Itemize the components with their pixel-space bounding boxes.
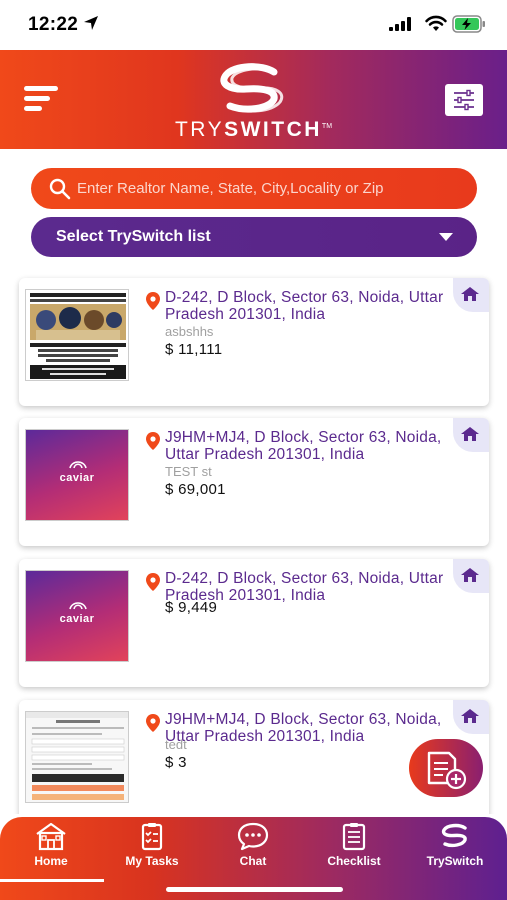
wifi-icon bbox=[425, 15, 447, 31]
tryswitch-logo-icon bbox=[220, 63, 284, 113]
listing-subtitle: asbshhs bbox=[165, 324, 214, 339]
listing-price: $ 9,449 bbox=[165, 599, 218, 616]
listing-address: J9HM+MJ4, D Block, Sector 63, Noida, Utt… bbox=[165, 429, 442, 463]
listing-thumbnail bbox=[25, 289, 129, 381]
nav-my-tasks[interactable]: My Tasks bbox=[107, 821, 197, 871]
search-bar[interactable] bbox=[31, 168, 477, 209]
status-bar: 12:22 bbox=[0, 0, 507, 50]
nav-home[interactable]: Home bbox=[6, 821, 96, 871]
nav-label: My Tasks bbox=[125, 854, 179, 868]
nav-label: Chat bbox=[239, 854, 267, 868]
status-time: 12:22 bbox=[28, 14, 79, 35]
sliders-icon bbox=[454, 89, 474, 111]
home-icon bbox=[36, 822, 66, 851]
caviar-image: caviar bbox=[26, 571, 128, 661]
listing-thumbnail: caviar bbox=[25, 429, 129, 521]
trademark-text: TM bbox=[321, 123, 333, 130]
caviar-image: caviar bbox=[26, 430, 128, 520]
location-pin-icon bbox=[146, 573, 160, 591]
search-input[interactable] bbox=[77, 168, 467, 209]
listing-price: $ 69,001 bbox=[165, 481, 226, 498]
menu-line-icon bbox=[24, 106, 42, 111]
checklist-icon bbox=[342, 823, 366, 851]
caviar-logo-icon bbox=[69, 461, 87, 469]
app-header: TRYSWITCHTM bbox=[0, 50, 507, 149]
listing-price: $ 11,111 bbox=[165, 341, 223, 358]
house-icon bbox=[461, 709, 479, 723]
add-listing-button[interactable] bbox=[409, 739, 483, 797]
nav-label: TrySwitch bbox=[426, 854, 484, 868]
property-type-badge[interactable] bbox=[453, 559, 489, 593]
listing-subtitle: tedt bbox=[165, 737, 187, 752]
nav-checklist[interactable]: Checklist bbox=[309, 821, 399, 871]
caviar-text: caviar bbox=[59, 613, 95, 625]
bottom-navigation: Home My Tasks Chat Checklist TrySwitch bbox=[0, 817, 507, 900]
home-indicator bbox=[166, 887, 343, 892]
listing-thumbnail bbox=[25, 711, 129, 803]
brand-wordmark: TRYSWITCHTM bbox=[0, 118, 507, 142]
document-screenshot-image bbox=[26, 712, 128, 802]
select-label: Select TrySwitch list bbox=[56, 228, 211, 245]
listing-card[interactable]: caviar J9HM+MJ4, D Block, Sector 63, Noi… bbox=[19, 418, 489, 546]
menu-button[interactable] bbox=[24, 86, 60, 112]
house-icon bbox=[461, 287, 479, 301]
brand-bold-text: SWITCH bbox=[224, 118, 322, 141]
battery-charging-icon bbox=[452, 15, 485, 33]
menu-line-icon bbox=[24, 86, 58, 91]
chat-icon bbox=[237, 822, 269, 851]
location-pin-icon bbox=[146, 432, 160, 450]
brand-light-text: TRY bbox=[174, 118, 225, 141]
listing-price: $ 3 bbox=[165, 754, 187, 771]
nav-label: Checklist bbox=[327, 854, 381, 868]
property-type-badge[interactable] bbox=[453, 700, 489, 734]
nav-label: Home bbox=[34, 854, 68, 868]
tasks-icon bbox=[141, 823, 163, 851]
listing-address: J9HM+MJ4, D Block, Sector 63, Noida, Utt… bbox=[165, 711, 442, 745]
listing-card[interactable]: D-242, D Block, Sector 63, Noida, Uttar … bbox=[19, 278, 489, 406]
trophy-poster-image bbox=[26, 290, 128, 380]
property-type-badge[interactable] bbox=[453, 418, 489, 452]
location-arrow-icon bbox=[84, 16, 98, 30]
chevron-down-icon bbox=[439, 233, 453, 241]
listing-thumbnail: caviar bbox=[25, 570, 129, 662]
location-pin-icon bbox=[146, 714, 160, 732]
tryswitch-list-select[interactable]: Select TrySwitch list bbox=[31, 217, 477, 257]
add-document-icon bbox=[427, 751, 467, 790]
listing-list: D-242, D Block, Sector 63, Noida, Uttar … bbox=[0, 270, 507, 814]
listing-card[interactable]: caviar D-242, D Block, Sector 63, Noida,… bbox=[19, 559, 489, 687]
search-icon bbox=[49, 178, 71, 200]
caviar-logo-icon bbox=[69, 602, 87, 610]
house-icon bbox=[461, 568, 479, 582]
property-type-badge[interactable] bbox=[453, 278, 489, 312]
cellular-signal-icon bbox=[389, 17, 411, 31]
nav-chat[interactable]: Chat bbox=[208, 821, 298, 871]
listing-address: D-242, D Block, Sector 63, Noida, Uttar … bbox=[165, 289, 444, 323]
menu-line-icon bbox=[24, 96, 50, 101]
listing-subtitle: TEST st bbox=[165, 464, 212, 479]
house-icon bbox=[461, 427, 479, 441]
filter-button[interactable] bbox=[445, 84, 483, 116]
nav-tryswitch[interactable]: TrySwitch bbox=[410, 821, 500, 871]
caviar-text: caviar bbox=[59, 472, 95, 484]
location-pin-icon bbox=[146, 292, 160, 310]
tryswitch-logo-icon bbox=[441, 823, 467, 848]
active-tab-indicator bbox=[0, 879, 104, 882]
